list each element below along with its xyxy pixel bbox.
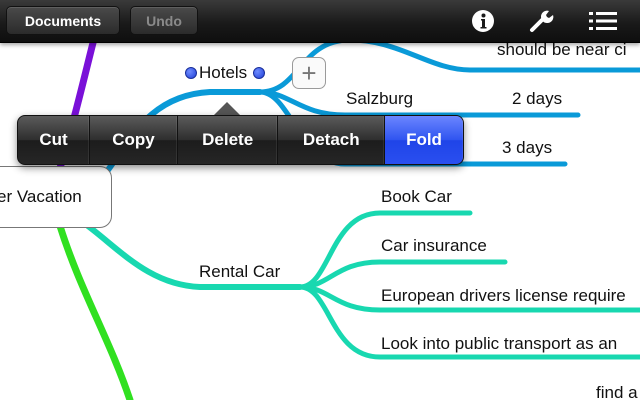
top-toolbar: Documents Undo	[0, 0, 640, 43]
find-node[interactable]: find a	[596, 383, 638, 403]
car-insurance-node[interactable]: Car insurance	[381, 236, 487, 256]
undo-button[interactable]: Undo	[130, 6, 198, 35]
root-node-label: er Vacation	[0, 187, 82, 206]
wrench-icon	[530, 10, 554, 32]
info-icon	[472, 10, 494, 32]
plus-icon: +	[301, 58, 317, 88]
fold-menu-item[interactable]: Fold	[385, 116, 463, 164]
context-menu: Cut Copy Delete Detach Fold	[17, 115, 464, 165]
rental-car-node[interactable]: Rental Car	[199, 262, 280, 282]
info-button[interactable]	[461, 0, 505, 42]
license-node[interactable]: European drivers license require	[381, 286, 626, 306]
context-menu-pointer	[214, 102, 240, 115]
mind-map-canvas[interactable]: er Vacation Hotels + should be near ci S…	[0, 0, 640, 403]
transport-node[interactable]: Look into public transport as an	[381, 334, 617, 354]
delete-menu-item[interactable]: Delete	[178, 116, 279, 164]
second-days-node[interactable]: 3 days	[502, 138, 552, 158]
root-node[interactable]: er Vacation	[0, 166, 112, 228]
salzburg-node[interactable]: Salzburg	[346, 89, 413, 109]
left-selection-handle[interactable]	[185, 67, 197, 79]
right-selection-handle[interactable]	[253, 67, 265, 79]
hotels-node[interactable]: Hotels	[199, 63, 247, 83]
add-child-button[interactable]: +	[292, 57, 326, 89]
documents-button[interactable]: Documents	[6, 6, 120, 35]
copy-menu-item[interactable]: Copy	[90, 116, 178, 164]
salzburg-days-node[interactable]: 2 days	[512, 89, 562, 109]
settings-button[interactable]	[519, 0, 563, 42]
cut-menu-item[interactable]: Cut	[18, 116, 91, 164]
outline-button[interactable]	[581, 0, 625, 42]
detach-menu-item[interactable]: Detach	[278, 116, 386, 164]
list-icon	[589, 12, 617, 30]
top-partial-node[interactable]: should be near ci	[497, 40, 626, 60]
teal-to-insurance-line	[297, 259, 508, 290]
book-car-node[interactable]: Book Car	[381, 187, 452, 207]
